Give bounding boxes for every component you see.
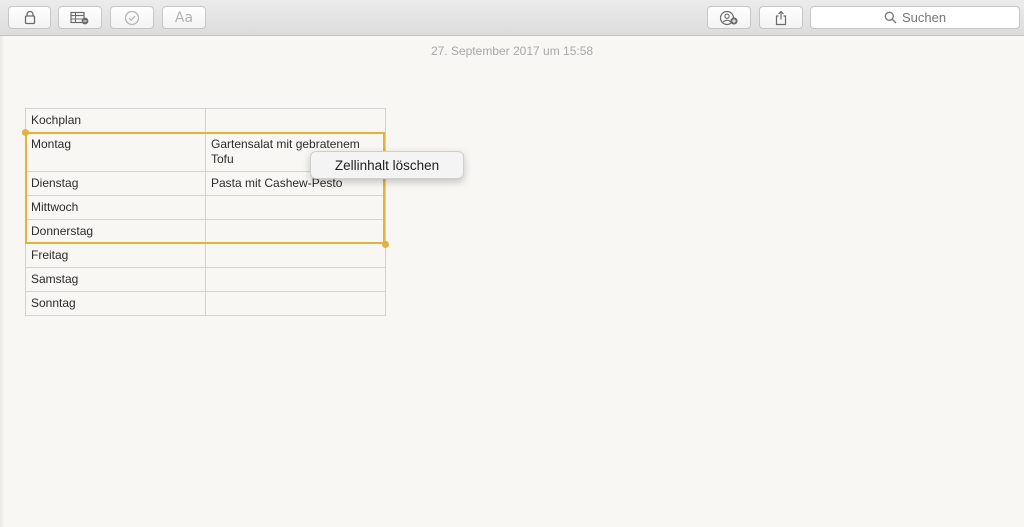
search-icon <box>884 11 897 24</box>
insert-table-button[interactable] <box>58 6 102 29</box>
table-cell[interactable] <box>205 267 386 292</box>
format-button[interactable]: Aa <box>162 6 206 29</box>
table-row: Kochplan <box>25 108 386 133</box>
share-button[interactable] <box>759 6 803 29</box>
table-cell[interactable]: Sonntag <box>25 291 206 316</box>
share-icon <box>775 10 787 25</box>
table-row: Freitag <box>25 243 386 268</box>
table-cell[interactable]: Montag <box>25 132 206 172</box>
table-cell[interactable] <box>205 291 386 316</box>
table-cell[interactable]: Mittwoch <box>25 195 206 220</box>
format-icon: Aa <box>174 9 194 26</box>
context-menu: Zellinhalt löschen <box>310 151 464 179</box>
add-people-icon <box>719 10 738 25</box>
checklist-button[interactable] <box>110 6 154 29</box>
table-cell[interactable] <box>205 219 386 244</box>
checklist-icon <box>124 10 140 25</box>
table-cell[interactable]: Dienstag <box>25 171 206 196</box>
table-cell[interactable] <box>205 195 386 220</box>
search-placeholder: Suchen <box>901 10 947 25</box>
note-table[interactable]: Kochplan Montag Gartensalat mit gebraten… <box>25 108 386 316</box>
lock-button[interactable] <box>8 6 51 29</box>
menu-item-clear-cell-contents[interactable]: Zellinhalt löschen <box>335 158 439 173</box>
table-cell[interactable] <box>205 243 386 268</box>
sidebar-edge <box>0 36 4 527</box>
table-cell[interactable]: Donnerstag <box>25 219 206 244</box>
table-row: Sonntag <box>25 291 386 316</box>
table-cell[interactable] <box>205 108 386 133</box>
toolbar: Aa Suchen <box>0 0 1024 36</box>
table-icon <box>70 11 89 24</box>
table-cell[interactable]: Kochplan <box>25 108 206 133</box>
search-input[interactable]: Suchen <box>810 6 1020 29</box>
lock-icon <box>24 10 35 25</box>
table-cell[interactable]: Samstag <box>25 267 206 292</box>
note-date: 27. September 2017 um 15:58 <box>430 44 594 58</box>
add-people-button[interactable] <box>707 6 751 29</box>
selection-handle-end[interactable] <box>382 241 389 248</box>
table-cell[interactable]: Freitag <box>25 243 206 268</box>
table-row: Samstag <box>25 267 386 292</box>
table-row: Donnerstag <box>25 219 386 244</box>
selection-handle-start[interactable] <box>22 129 29 136</box>
table-row: Mittwoch <box>25 195 386 220</box>
